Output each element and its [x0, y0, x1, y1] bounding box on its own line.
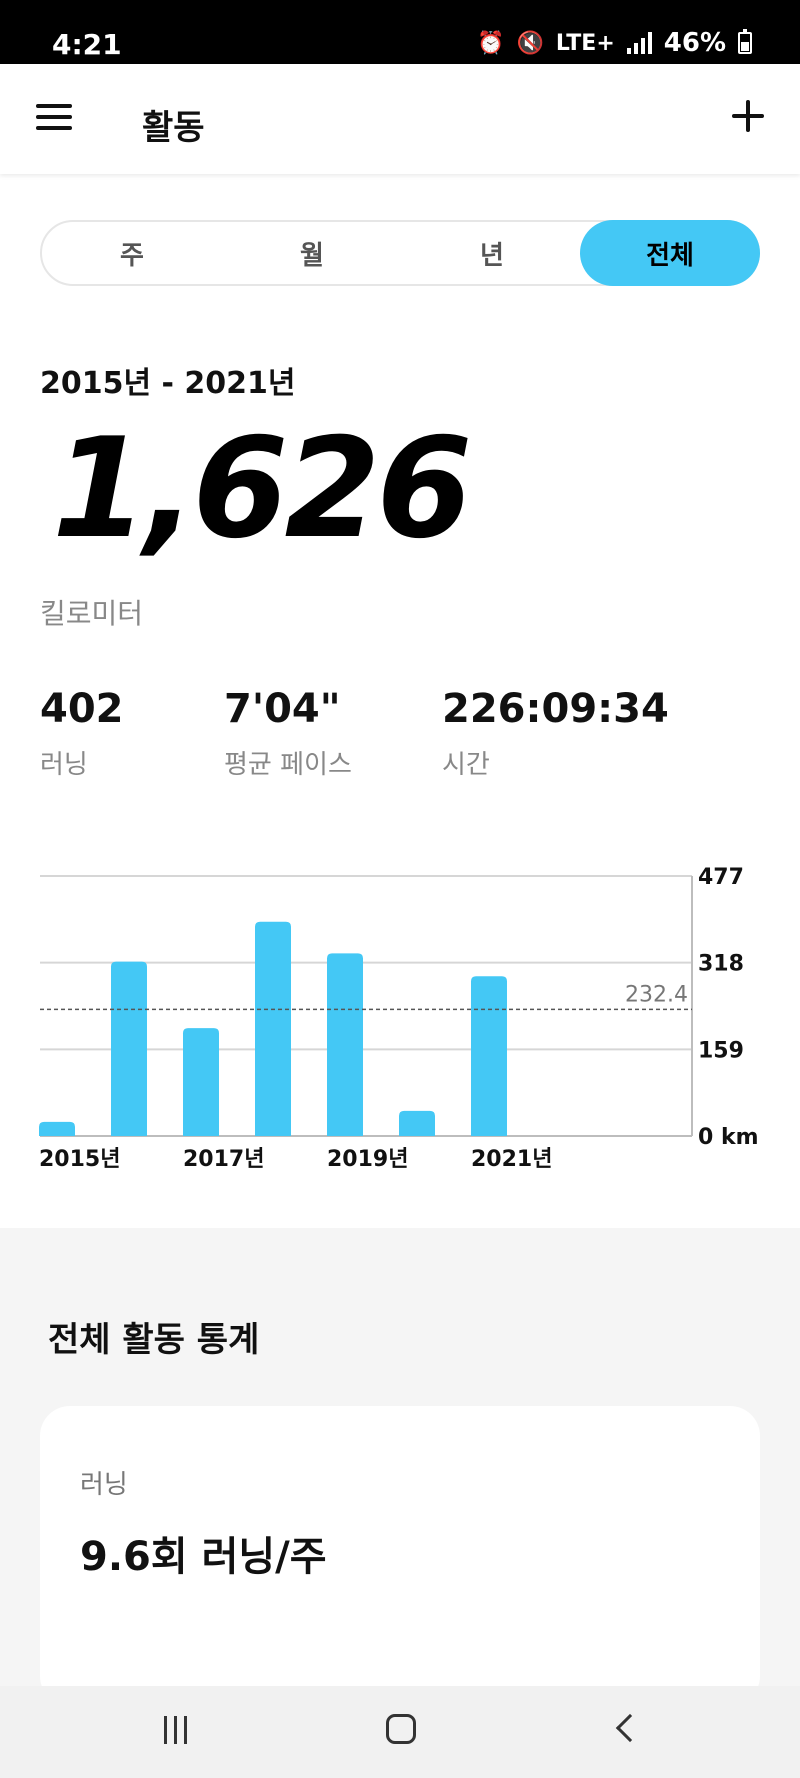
tab-month[interactable]: 월	[222, 222, 402, 284]
tab-week[interactable]: 주	[42, 222, 222, 284]
stat-pace-value: 7'04"	[224, 686, 341, 732]
recents-button[interactable]	[164, 1716, 187, 1744]
app-bar: 활동	[0, 64, 800, 174]
status-icons: ⏰ 🔇 LTE+ 46%	[477, 28, 752, 58]
stat-pace-label: 평균 페이스	[224, 750, 352, 780]
bar-2019	[327, 953, 363, 1136]
date-range: 2015년 - 2021년	[40, 366, 296, 401]
stats-card[interactable]: 러닝 9.6회 러닝/주	[40, 1406, 760, 1706]
stats-section: 전체 활동 통계 러닝 9.6회 러닝/주	[0, 1228, 800, 1706]
alarm-icon: ⏰	[477, 30, 505, 56]
home-button[interactable]	[386, 1714, 416, 1744]
period-tabs: 주 월 년 전체	[40, 220, 760, 286]
mute-icon: 🔇	[516, 30, 544, 56]
battery-percent: 46%	[663, 28, 726, 58]
stat-pace: 7'04" 평균 페이스	[224, 686, 352, 781]
card-label: 러닝	[80, 1470, 128, 1500]
stat-runs-label: 러닝	[40, 750, 88, 780]
y-tick-label: 159	[698, 1038, 744, 1063]
tab-year[interactable]: 년	[402, 222, 582, 284]
tab-all[interactable]: 전체	[580, 220, 760, 286]
menu-icon[interactable]	[36, 104, 72, 130]
x-tick-label: 2017년	[183, 1147, 264, 1172]
y-tick-label: 0 km	[698, 1125, 759, 1150]
add-icon[interactable]	[730, 98, 766, 134]
total-distance: 1,626	[52, 408, 473, 569]
status-time: 4:21	[52, 28, 122, 61]
back-button[interactable]	[615, 1713, 645, 1743]
signal-icon	[626, 32, 652, 54]
stat-time: 226:09:34 시간	[442, 686, 669, 781]
average-label: 232.4	[625, 982, 688, 1007]
bar-2021	[471, 976, 507, 1136]
network-label: LTE+	[555, 30, 615, 56]
x-tick-label: 2015년	[39, 1147, 120, 1172]
stat-time-label: 시간	[442, 750, 490, 780]
system-nav-bar	[0, 1686, 800, 1778]
stat-time-value: 226:09:34	[442, 686, 669, 732]
battery-icon	[738, 29, 752, 54]
bar-2020	[399, 1110, 435, 1136]
bar-2015	[39, 1121, 75, 1136]
stat-runs-value: 402	[40, 686, 124, 732]
bar-2018	[255, 921, 291, 1136]
yearly-distance-chart: 0 km 159 318 477 232.4 2015년 2017년 2019년 2021년	[39, 865, 759, 1172]
page-title: 활동	[142, 108, 205, 148]
bar-2017	[183, 1028, 219, 1136]
section-title: 전체 활동 통계	[48, 1320, 260, 1360]
x-tick-label: 2019년	[327, 1147, 408, 1172]
y-tick-label: 318	[698, 952, 744, 977]
distance-unit: 킬로미터	[40, 597, 144, 630]
stat-runs: 402 러닝	[40, 686, 124, 781]
y-tick-label: 477	[698, 865, 744, 890]
status-bar: 4:21 ⏰ 🔇 LTE+ 46%	[0, 0, 800, 64]
card-value: 9.6회 러닝/주	[80, 1534, 327, 1580]
bar-2016	[111, 961, 147, 1136]
x-tick-label: 2021년	[471, 1147, 552, 1172]
